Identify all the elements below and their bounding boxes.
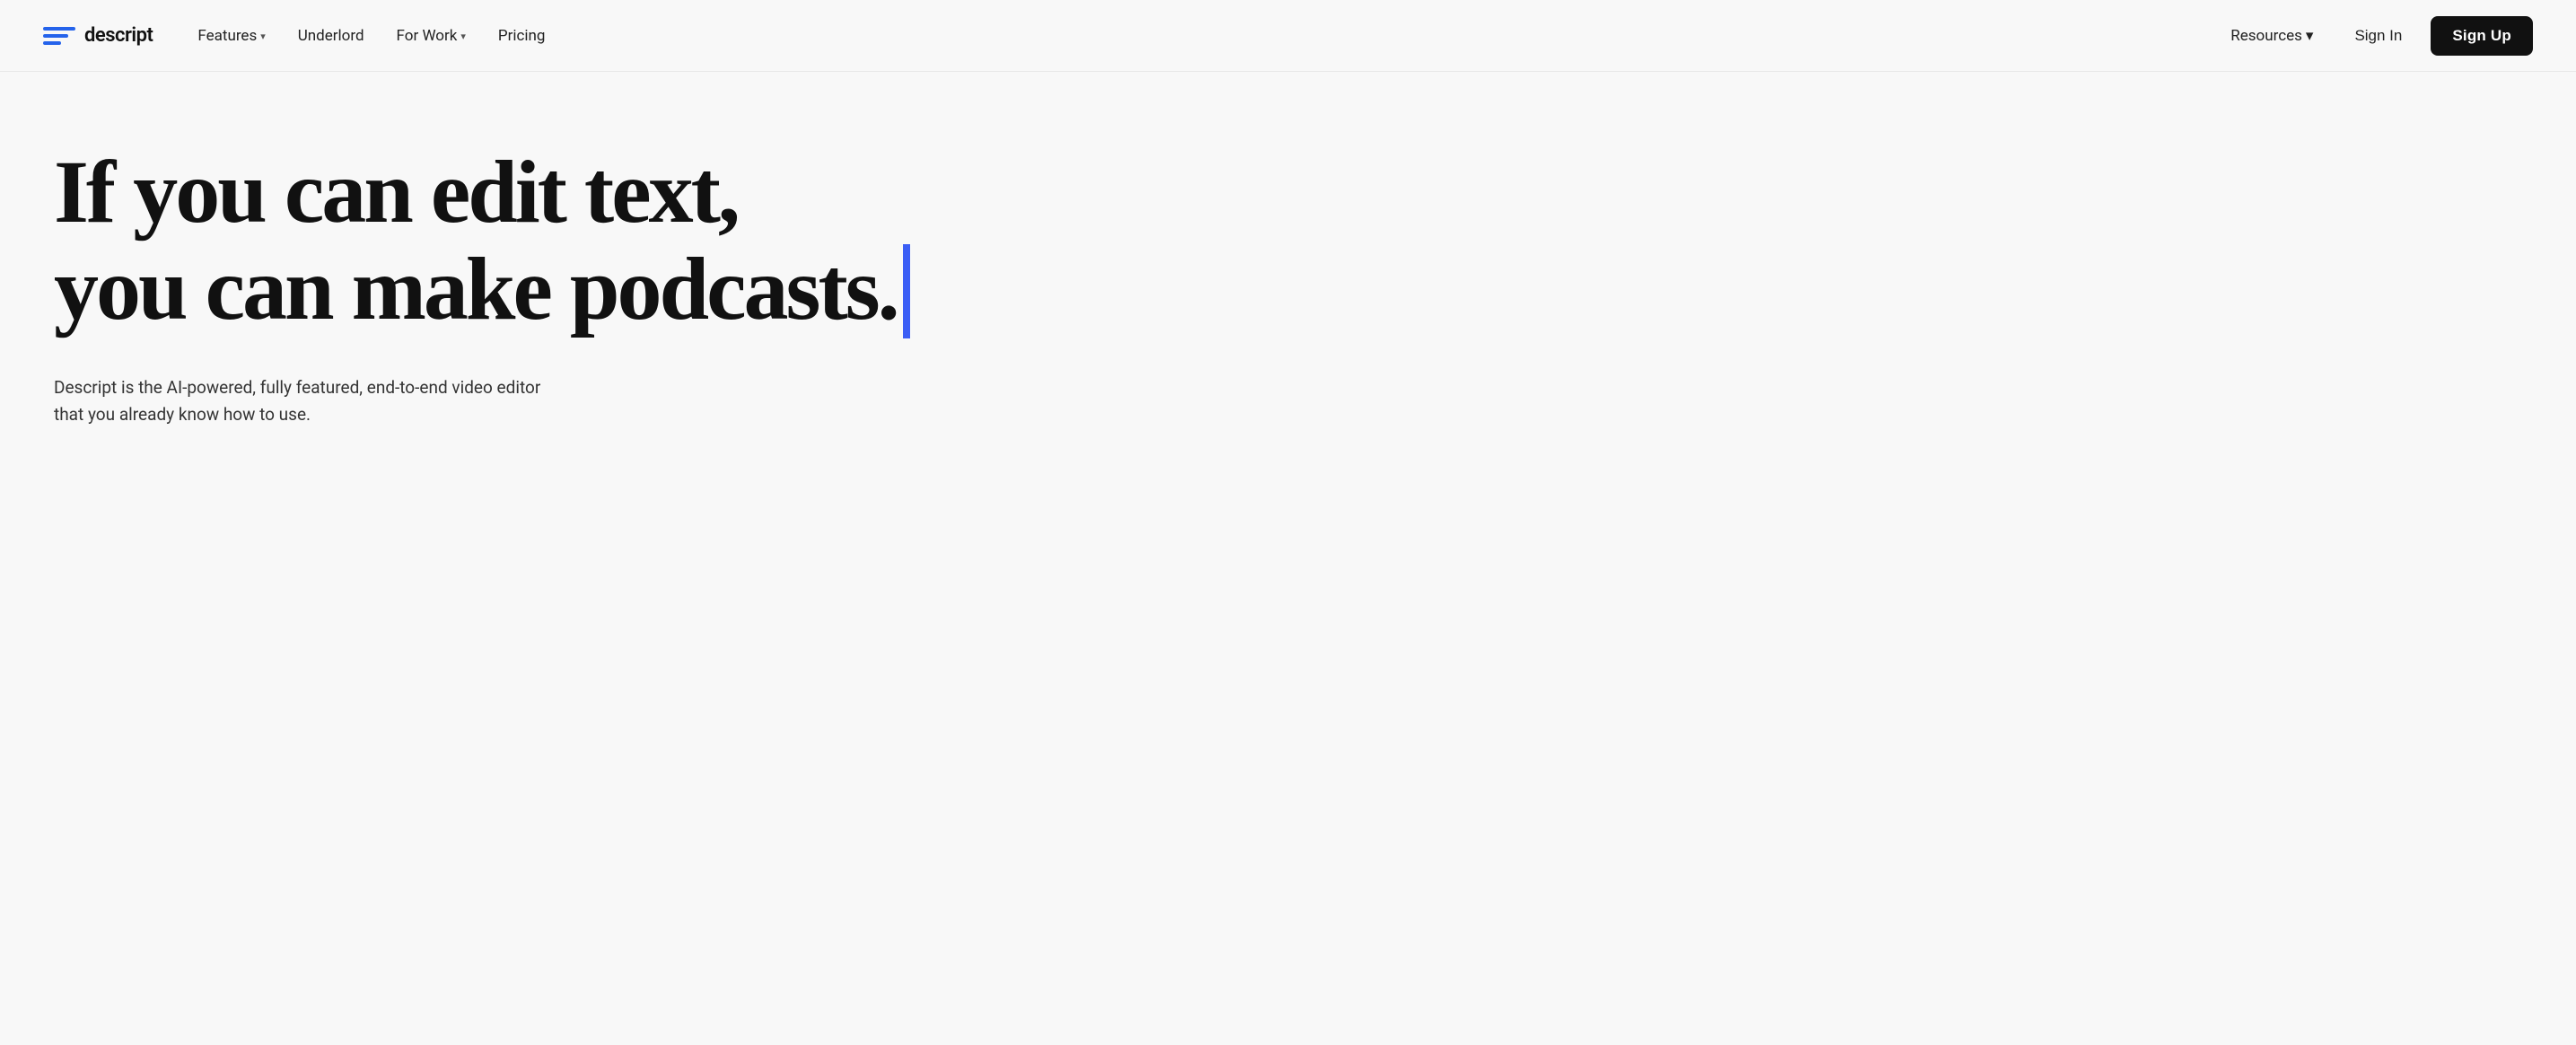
- chevron-down-icon-forwork: ▾: [460, 31, 466, 42]
- nav-right: Resources ▾ Sign In Sign Up: [2218, 16, 2533, 56]
- nav-link-features[interactable]: Features ▾: [185, 20, 277, 52]
- hero-subtext-line1: Descript is the AI-powered, fully featur…: [54, 377, 540, 398]
- sign-in-button[interactable]: Sign In: [2336, 18, 2420, 54]
- nav-link-pricing-label: Pricing: [498, 27, 546, 45]
- navigation: descript Features ▾ Underlord For Work ▾…: [0, 0, 2576, 72]
- hero-headline: If you can edit text, you can make podca…: [54, 144, 1131, 346]
- hero-headline-line2: you can make podcasts.: [54, 239, 898, 338]
- nav-link-forwork-label: For Work: [397, 27, 458, 45]
- logo-text: descript: [84, 24, 153, 47]
- sign-up-button[interactable]: Sign Up: [2431, 16, 2533, 56]
- hero-section: If you can edit text, you can make podca…: [0, 72, 1257, 482]
- nav-link-underlord[interactable]: Underlord: [285, 20, 377, 52]
- nav-link-resources[interactable]: Resources ▾: [2218, 20, 2326, 52]
- logo[interactable]: descript: [43, 20, 153, 52]
- nav-link-resources-label: Resources: [2230, 27, 2302, 45]
- hero-subtext-line2: that you already know how to use.: [54, 404, 311, 425]
- nav-links: Features ▾ Underlord For Work ▾ Pricing: [185, 20, 557, 52]
- logo-icon: [43, 20, 75, 52]
- nav-link-features-label: Features: [197, 27, 257, 45]
- nav-link-underlord-label: Underlord: [298, 27, 364, 45]
- hero-subtext: Descript is the AI-powered, fully featur…: [54, 374, 556, 429]
- nav-left: descript Features ▾ Underlord For Work ▾…: [43, 20, 557, 52]
- chevron-down-icon-resources: ▾: [2306, 27, 2314, 45]
- nav-link-forwork[interactable]: For Work ▾: [384, 20, 478, 52]
- hero-headline-line1: If you can edit text,: [54, 142, 738, 241]
- nav-link-pricing[interactable]: Pricing: [486, 20, 558, 52]
- cursor-blink: [903, 244, 910, 338]
- chevron-down-icon: ▾: [260, 31, 266, 42]
